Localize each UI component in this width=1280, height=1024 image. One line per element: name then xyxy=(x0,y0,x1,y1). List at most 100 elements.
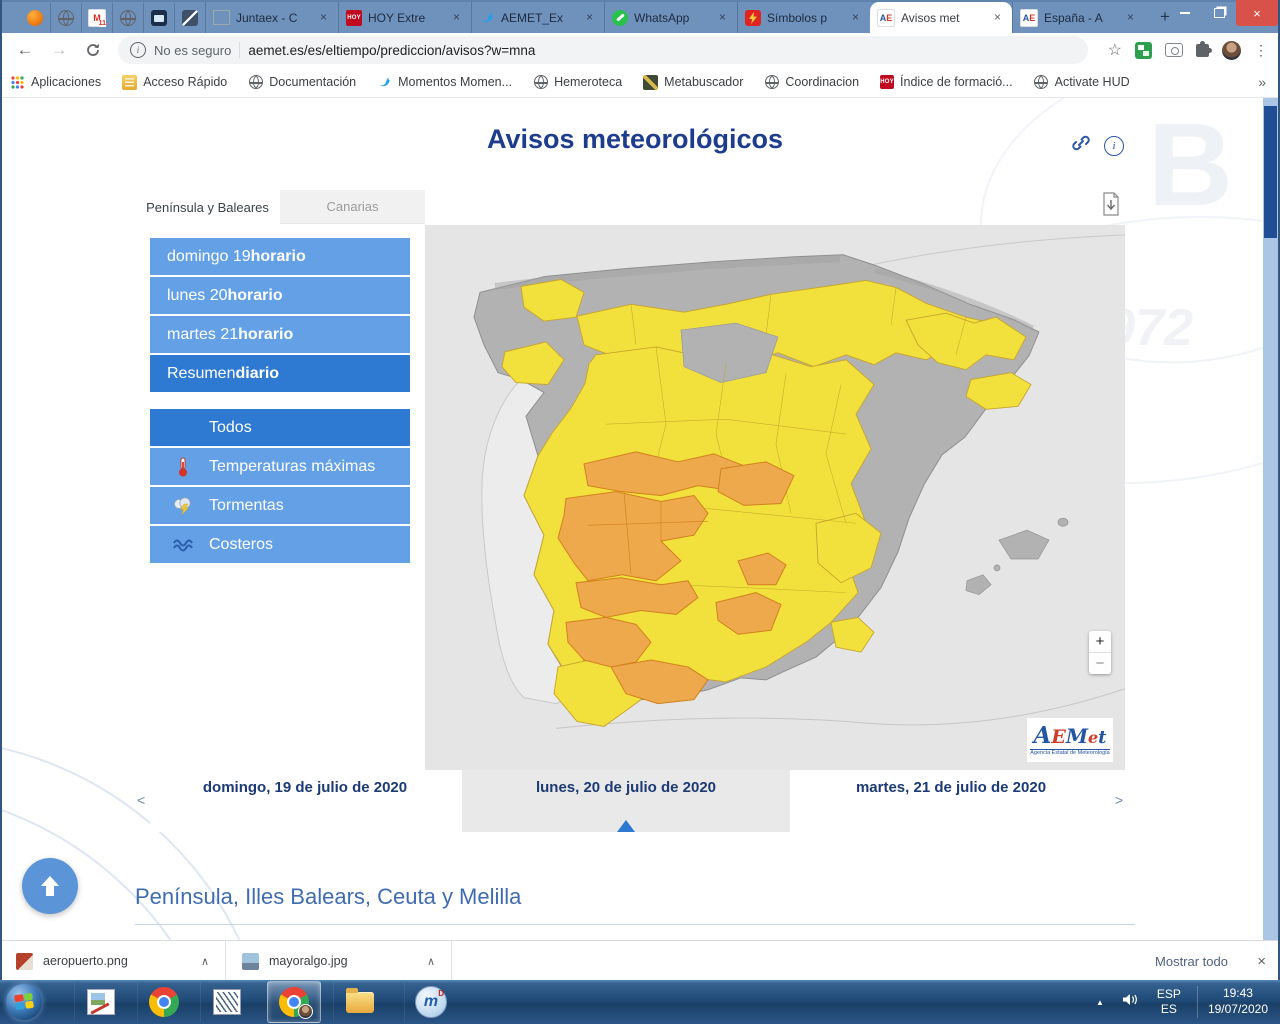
prev-day-arrow[interactable]: < xyxy=(137,792,145,808)
zoom-in-button[interactable]: + xyxy=(1089,631,1111,652)
bookmark-acceso-rapido[interactable]: Acceso Rápido xyxy=(122,75,227,90)
close-tab-icon[interactable]: × xyxy=(1123,10,1138,25)
day-button-lunes-20[interactable]: lunes 20 horario xyxy=(150,277,410,314)
close-tab-icon[interactable]: × xyxy=(316,10,331,25)
windows-taskbar: mD ▲ ESP ES 19:43 19/07/2020 xyxy=(0,980,1280,1024)
m-app-icon: mD xyxy=(415,986,447,1018)
filter-temperaturas-maximas[interactable]: Temperaturas máximas xyxy=(150,448,410,485)
start-button[interactable] xyxy=(2,981,46,1023)
download-map-button[interactable] xyxy=(1100,192,1122,218)
taskbar-paint-button[interactable] xyxy=(74,982,127,1022)
taskbar-chrome-active-button[interactable] xyxy=(267,981,321,1023)
back-button[interactable]: ← xyxy=(8,36,42,64)
pinned-tab-gmail[interactable]: M11 xyxy=(81,3,112,33)
download-item-mayoralgo[interactable]: mayoralgo.jpg ∧ xyxy=(226,941,452,981)
permalink-icon[interactable] xyxy=(1070,132,1092,159)
tab-avisos-active[interactable]: AE Avisos met × xyxy=(870,2,1012,33)
pinned-tab-tv[interactable] xyxy=(143,3,174,33)
bookmark-hemeroteca[interactable]: Hemeroteca xyxy=(533,75,622,90)
pinned-tab-browser[interactable] xyxy=(20,3,50,33)
bookmark-momentos[interactable]: Momentos Momen... xyxy=(377,75,512,90)
bookmarks-overflow-button[interactable]: » xyxy=(1258,74,1280,90)
close-tab-icon[interactable]: × xyxy=(848,10,863,25)
paint-icon xyxy=(87,989,115,1015)
page-info-icon[interactable]: i xyxy=(130,42,146,58)
browser-toolbar: ← → i No es seguro aemet.es/es/eltiempo/… xyxy=(0,33,1280,67)
reload-button[interactable] xyxy=(76,36,110,64)
restore-button[interactable] xyxy=(1202,0,1236,26)
download-item-aeropuerto[interactable]: aeropuerto.png ∧ xyxy=(0,941,226,981)
info-icon[interactable]: i xyxy=(1104,136,1124,156)
profile-mini-avatar xyxy=(298,1004,313,1019)
waves-icon xyxy=(172,534,194,556)
day-button-domingo-19[interactable]: domingo 19 horario xyxy=(150,238,410,275)
camera-icon[interactable] xyxy=(1165,43,1183,57)
tab-canarias[interactable]: Canarias xyxy=(280,190,425,224)
apps-grid-icon xyxy=(10,75,25,90)
pinned-tab-globe-1[interactable] xyxy=(50,3,81,33)
arrow-up-icon xyxy=(40,875,60,897)
day-button-resumen-diario[interactable]: Resumen diario xyxy=(150,355,410,392)
address-bar[interactable]: i No es seguro aemet.es/es/eltiempo/pred… xyxy=(118,36,1088,64)
filter-tormentas[interactable]: Tormentas xyxy=(150,487,410,524)
bookmark-documentacion[interactable]: Documentación xyxy=(248,75,356,90)
pinned-tab-notes[interactable] xyxy=(174,3,205,33)
tray-expand-icon[interactable]: ▲ xyxy=(1086,998,1114,1007)
volume-icon[interactable] xyxy=(1114,993,1147,1011)
download-menu-chevron-icon[interactable]: ∧ xyxy=(201,955,215,968)
date-domingo-19[interactable]: domingo, 19 de julio de 2020 xyxy=(150,770,460,832)
close-tab-icon[interactable]: × xyxy=(990,10,1005,25)
bookmark-star-icon[interactable]: ☆ xyxy=(1108,40,1122,60)
bookmark-coordinacion[interactable]: Coordinacion xyxy=(764,75,859,90)
close-tab-icon[interactable]: × xyxy=(449,10,464,25)
extension-icon[interactable] xyxy=(1135,42,1152,59)
tab-peninsula-baleares[interactable]: Península y Baleares xyxy=(135,190,280,224)
profile-avatar[interactable] xyxy=(1222,41,1241,60)
close-window-button[interactable]: × xyxy=(1236,0,1278,26)
close-tab-icon[interactable]: × xyxy=(715,10,730,25)
filter-todos[interactable]: Todos xyxy=(150,409,410,446)
downloads-bar: aeropuerto.png ∧ mayoralgo.jpg ∧ Mostrar… xyxy=(0,940,1280,981)
clock[interactable]: 19:43 19/07/2020 xyxy=(1197,986,1280,1017)
next-day-arrow[interactable]: > xyxy=(1115,792,1123,808)
close-downloads-bar-icon[interactable]: × xyxy=(1257,953,1266,970)
taskbar-chrome-button[interactable] xyxy=(137,982,190,1022)
filter-costeros[interactable]: Costeros xyxy=(150,526,410,563)
page-scrollbar[interactable] xyxy=(1263,98,1278,940)
minimize-button[interactable] xyxy=(1168,0,1202,26)
taskbar-explorer-button[interactable] xyxy=(333,982,386,1022)
tab-juntaex[interactable]: Juntaex - C × xyxy=(205,2,338,33)
whatsapp-icon xyxy=(612,10,628,26)
tab-whatsapp[interactable]: WhatsApp × xyxy=(604,2,737,33)
scrollbar-thumb[interactable] xyxy=(1264,106,1277,238)
language-indicator[interactable]: ESP ES xyxy=(1147,987,1191,1017)
desktop-screen: M11 Juntaex - C × HOY HOY Extre × AEMET_… xyxy=(0,0,1280,1024)
zoom-out-button[interactable]: − xyxy=(1089,652,1111,674)
warning-map-svg xyxy=(425,225,1125,770)
bookmark-activate-hud[interactable]: Activate HUD xyxy=(1034,75,1130,90)
extensions-puzzle-icon[interactable] xyxy=(1196,44,1209,57)
bookmark-metabuscador[interactable]: Metabuscador xyxy=(643,75,743,90)
bookmark-aplicaciones[interactable]: Aplicaciones xyxy=(10,75,101,90)
download-menu-chevron-icon[interactable]: ∧ xyxy=(427,955,441,968)
tab-hoy[interactable]: HOY HOY Extre × xyxy=(338,2,471,33)
chrome-icon xyxy=(149,987,179,1017)
globe-icon xyxy=(120,10,136,26)
storm-icon xyxy=(172,495,194,517)
bookmark-indice[interactable]: HOY Índice de formació... xyxy=(880,75,1013,89)
show-all-downloads-button[interactable]: Mostrar todo xyxy=(1155,954,1228,969)
spain-warning-map[interactable]: + − AEMet Agencia Estatal de Meteorologí… xyxy=(425,225,1125,770)
browser-menu-icon[interactable]: ⋮ xyxy=(1254,42,1268,59)
forward-button[interactable]: → xyxy=(42,36,76,64)
scroll-to-top-button[interactable] xyxy=(22,858,78,914)
date-martes-21[interactable]: martes, 21 de julio de 2020 xyxy=(792,770,1110,832)
tab-aemet-twitter[interactable]: AEMET_Ex × xyxy=(471,2,604,33)
taskbar-app-button[interactable] xyxy=(200,982,253,1022)
lightning-icon xyxy=(745,10,761,26)
close-tab-icon[interactable]: × xyxy=(582,10,597,25)
tab-simbolos[interactable]: Símbolos p × xyxy=(737,2,870,33)
pinned-tab-globe-2[interactable] xyxy=(112,3,143,33)
tab-espana[interactable]: AE España - A × xyxy=(1012,2,1145,33)
taskbar-m-app-button[interactable]: mD xyxy=(404,982,457,1022)
day-button-martes-21[interactable]: martes 21 horario xyxy=(150,316,410,353)
